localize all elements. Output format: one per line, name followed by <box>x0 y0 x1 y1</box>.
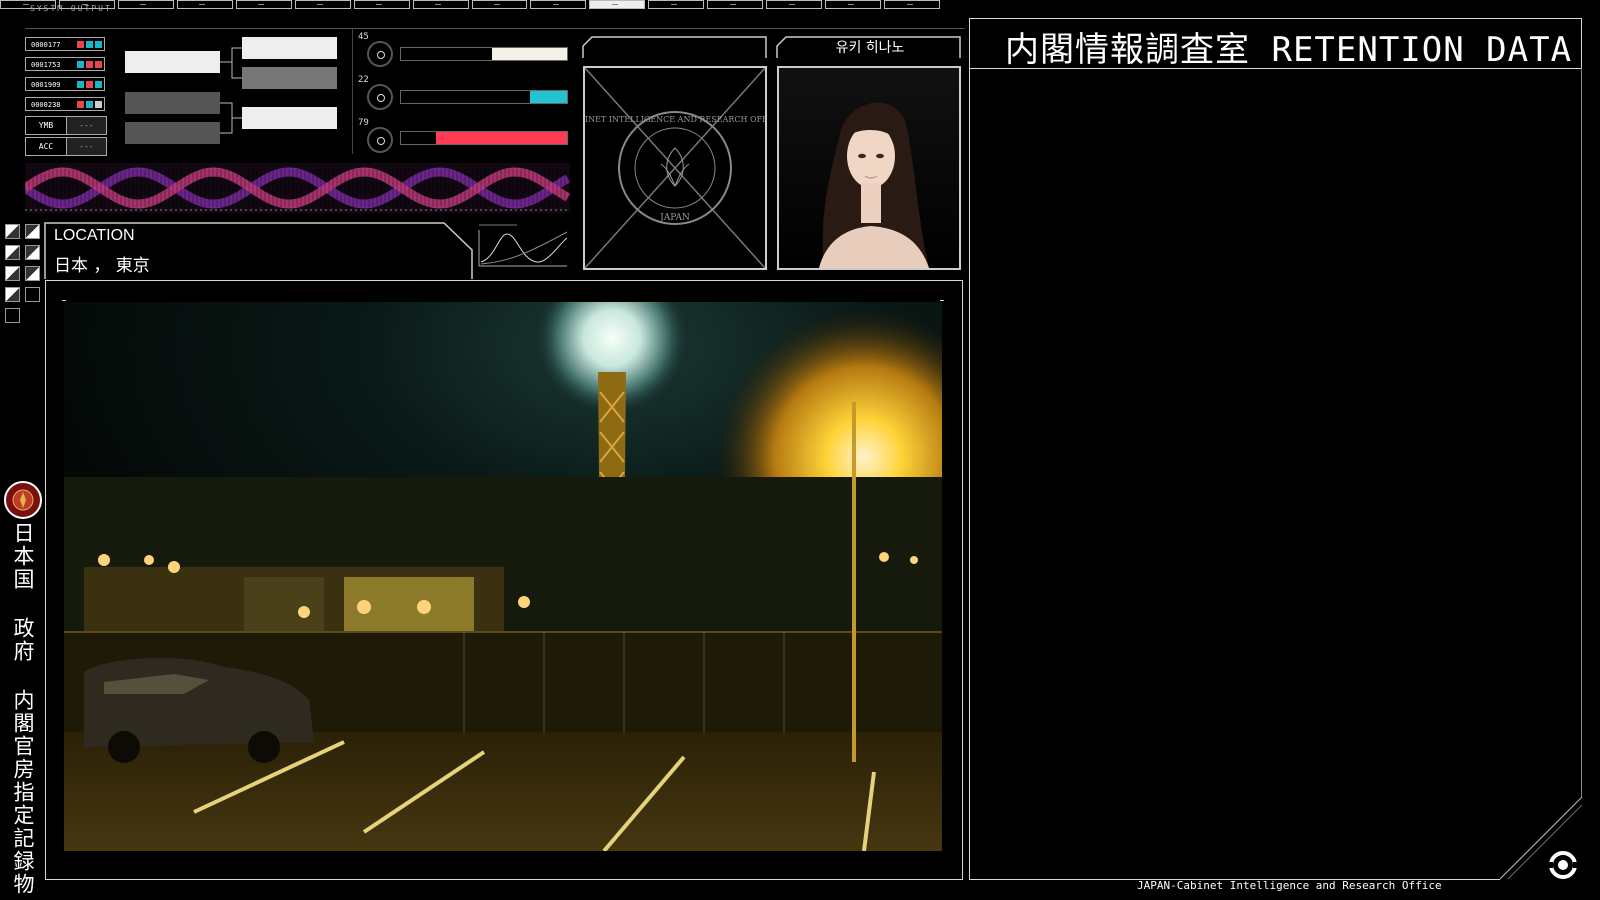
field-key: YMB <box>26 117 67 134</box>
helix-waveform <box>25 163 570 213</box>
strip-cell <box>825 0 882 9</box>
seal-text: CABINET INTELLIGENCE AND RESEARCH OFFICE <box>585 115 765 124</box>
status-square <box>95 41 102 48</box>
side-toggle[interactable] <box>5 245 20 260</box>
id-chip: 0000238 <box>25 97 105 111</box>
seal-text: JAPAN <box>659 213 690 223</box>
field-value: --- <box>67 138 106 155</box>
strip-cell <box>412 0 469 9</box>
agency-seal-icon: CABINET INTELLIGENCE AND RESEARCH OFFICE… <box>567 67 783 269</box>
strip-cell <box>471 0 528 9</box>
frame-line <box>45 879 963 880</box>
strip-cell <box>0 0 56 9</box>
side-toggle[interactable] <box>25 224 40 239</box>
frame-line <box>1581 18 1582 68</box>
strip-cell <box>353 0 410 9</box>
status-square <box>86 41 93 48</box>
seal-tab <box>582 36 767 58</box>
strip-cell <box>294 0 351 9</box>
frame-line <box>969 18 1582 19</box>
footer-credit: JAPAN-Cabinet Intelligence and Research … <box>1137 879 1442 892</box>
frame-line <box>962 280 963 880</box>
strip-cell <box>235 0 292 9</box>
gauge-fill <box>435 132 567 144</box>
gauge-bar <box>400 90 568 104</box>
status-square <box>95 81 102 88</box>
side-toggle[interactable] <box>25 287 40 302</box>
id-chip: 0000177 <box>25 37 105 51</box>
strip-cell <box>117 0 174 9</box>
gauge-value: 79 <box>358 118 369 128</box>
side-toggle[interactable] <box>5 308 20 323</box>
id-code: 0000177 <box>31 41 61 49</box>
id-code: 0001909 <box>31 81 61 89</box>
gauge-bar <box>400 47 568 61</box>
gauge-dial <box>367 127 393 153</box>
top-status-strip <box>0 0 940 10</box>
status-square <box>95 101 102 108</box>
location-value: 日本 ， 東京 <box>54 256 150 276</box>
id-chip: 0001753 <box>25 57 105 71</box>
side-toggle[interactable] <box>5 266 20 281</box>
corner-mark <box>940 300 944 301</box>
gauge-dial <box>367 84 393 110</box>
frame-line <box>969 18 970 880</box>
reload-icon[interactable] <box>1543 845 1583 885</box>
field-value: --- <box>67 117 106 134</box>
routing-diagram <box>125 37 337 144</box>
strip-cell <box>58 0 115 9</box>
id-code: 0000238 <box>31 101 61 109</box>
corner-mark <box>62 300 66 301</box>
strip-cell-active <box>589 0 646 9</box>
gauge-bar <box>400 131 568 145</box>
side-toggle[interactable] <box>5 224 20 239</box>
status-square <box>77 101 84 108</box>
status-square <box>95 61 102 68</box>
id-chip: 0001909 <box>25 77 105 91</box>
status-square <box>77 41 84 48</box>
status-square <box>86 101 93 108</box>
ymb-field: YMB --- <box>25 116 107 135</box>
strip-cell <box>176 0 233 9</box>
surveillance-camera-view <box>64 302 942 851</box>
gauge-fill <box>530 91 567 103</box>
gauge-dial <box>367 41 393 67</box>
side-toggle[interactable] <box>25 245 40 260</box>
gauge-fill <box>492 48 567 60</box>
side-toggle[interactable] <box>5 287 20 302</box>
portrait-image <box>779 68 959 268</box>
strip-cell <box>884 0 940 9</box>
status-square <box>86 61 93 68</box>
gauge-value: 22 <box>358 75 369 85</box>
status-square <box>86 81 93 88</box>
classification-vertical-text: 日本国 政府 内閣官房指定記録物 <box>11 522 35 896</box>
frame-line <box>45 280 963 281</box>
strip-cell <box>648 0 705 9</box>
status-square <box>77 81 84 88</box>
gauge-divider <box>352 29 353 154</box>
side-toggle[interactable] <box>25 266 40 281</box>
id-code: 0001753 <box>31 61 61 69</box>
seal-panel: CABINET INTELLIGENCE AND RESEARCH OFFICE… <box>567 66 783 270</box>
top-divider <box>25 28 965 29</box>
field-key: ACC <box>26 138 67 155</box>
subject-photo <box>777 66 961 270</box>
strip-cell <box>530 0 587 9</box>
location-label: LOCATION <box>54 227 135 244</box>
page-title: 内閣情報調査室 RETENTION DATA <box>1005 30 1573 70</box>
status-square <box>77 61 84 68</box>
strip-cell <box>707 0 764 9</box>
frame-line <box>45 280 46 880</box>
gauge-value: 45 <box>358 32 369 42</box>
mini-distribution-plot <box>478 224 568 267</box>
strip-cell <box>766 0 823 9</box>
acc-field: ACC --- <box>25 137 107 156</box>
government-emblem-icon <box>4 481 42 519</box>
frame-line <box>1581 68 1582 798</box>
subject-name: 유키 히나노 <box>835 40 905 56</box>
